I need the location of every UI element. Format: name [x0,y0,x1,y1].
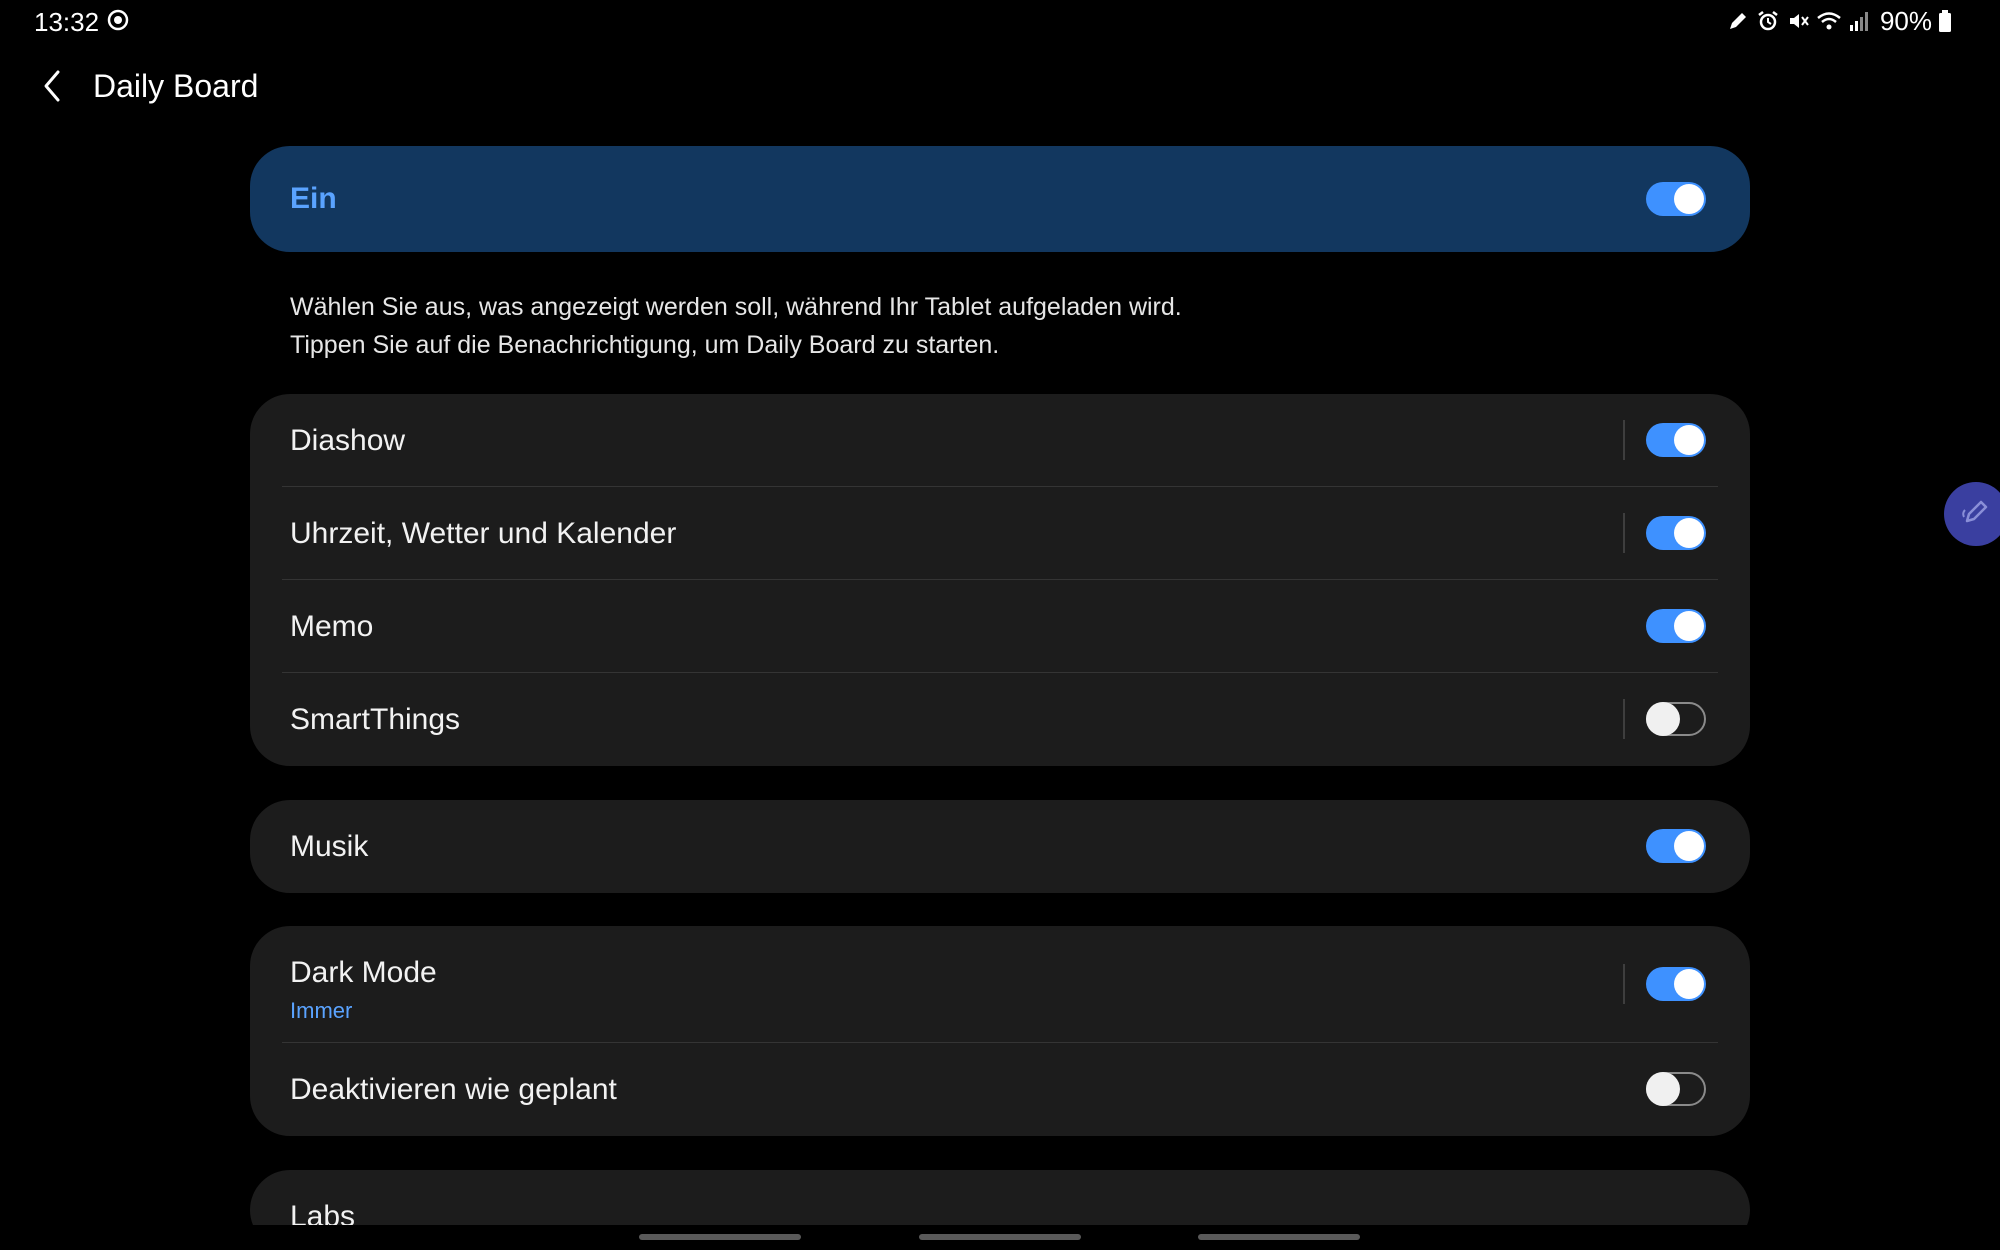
description-line-2: Tippen Sie auf die Benachrichtigung, um … [290,331,1000,359]
dark-mode-card: Dark Mode Immer Deaktivieren wie geplant [250,926,1750,1136]
setting-label: SmartThings [290,703,461,736]
status-icons: 90% [1726,6,1952,36]
musik-toggle[interactable] [1646,829,1706,863]
back-button[interactable] [30,66,74,110]
pen-icon [1726,9,1750,33]
alarm-icon [1756,9,1780,33]
content-options-card: Diashow Uhrzeit, Wetter und Kalender Mem… [250,394,1750,766]
floating-pen-button[interactable] [1944,482,2000,546]
setting-row-diashow[interactable]: Diashow [250,394,1750,487]
setting-label: Uhrzeit, Wetter und Kalender [290,517,677,550]
status-bar: 13:32 90% [0,0,2000,42]
status-time: 13:32 [34,7,100,37]
signal-icon [1848,9,1870,33]
master-switch-label: Ein [290,182,337,215]
setting-row-smartthings[interactable]: SmartThings [250,673,1750,766]
clock-weather-calendar-toggle[interactable] [1646,516,1706,550]
setting-row-clock-weather-calendar[interactable]: Uhrzeit, Wetter und Kalender [250,487,1750,580]
master-toggle[interactable] [1646,182,1706,216]
setting-label: Dark Mode [290,956,437,989]
app-bar: Daily Board [0,60,2000,116]
page-title: Daily Board [93,68,259,104]
record-icon [106,8,130,32]
divider [1623,699,1625,739]
setting-row-deactivate-scheduled[interactable]: Deaktivieren wie geplant [250,1043,1750,1136]
setting-sublabel: Immer [290,998,353,1023]
setting-row-dark-mode[interactable]: Dark Mode Immer [250,926,1750,1043]
setting-label: Musik [290,830,369,863]
nav-handle[interactable] [1198,1234,1360,1240]
battery-icon [1938,9,1952,33]
divider [1623,420,1625,460]
battery-percent: 90% [1879,5,1932,36]
memo-toggle[interactable] [1646,609,1706,643]
music-card: Musik [250,800,1750,893]
setting-label: Diashow [290,424,406,457]
setting-row-musik[interactable]: Musik [250,800,1750,893]
mute-icon [1786,9,1810,33]
divider [1623,964,1625,1004]
back-arrow-icon [40,68,64,109]
setting-row-memo[interactable]: Memo [250,580,1750,673]
dark-mode-toggle[interactable] [1646,967,1706,1001]
description-line-1: Wählen Sie aus, was angezeigt werden sol… [290,293,1182,321]
setting-label: Memo [290,610,374,643]
nav-handle[interactable] [919,1234,1081,1240]
deactivate-scheduled-toggle[interactable] [1646,1072,1706,1106]
smartthings-toggle[interactable] [1646,702,1706,736]
diashow-toggle[interactable] [1646,423,1706,457]
setting-label: Deaktivieren wie geplant [290,1073,617,1106]
nav-handle[interactable] [639,1234,801,1240]
pen-icon [1959,495,1993,534]
wifi-icon [1816,9,1842,33]
master-switch-row[interactable]: Ein [250,146,1750,252]
description: Wählen Sie aus, was angezeigt werden sol… [290,288,1690,364]
divider [1623,513,1625,553]
